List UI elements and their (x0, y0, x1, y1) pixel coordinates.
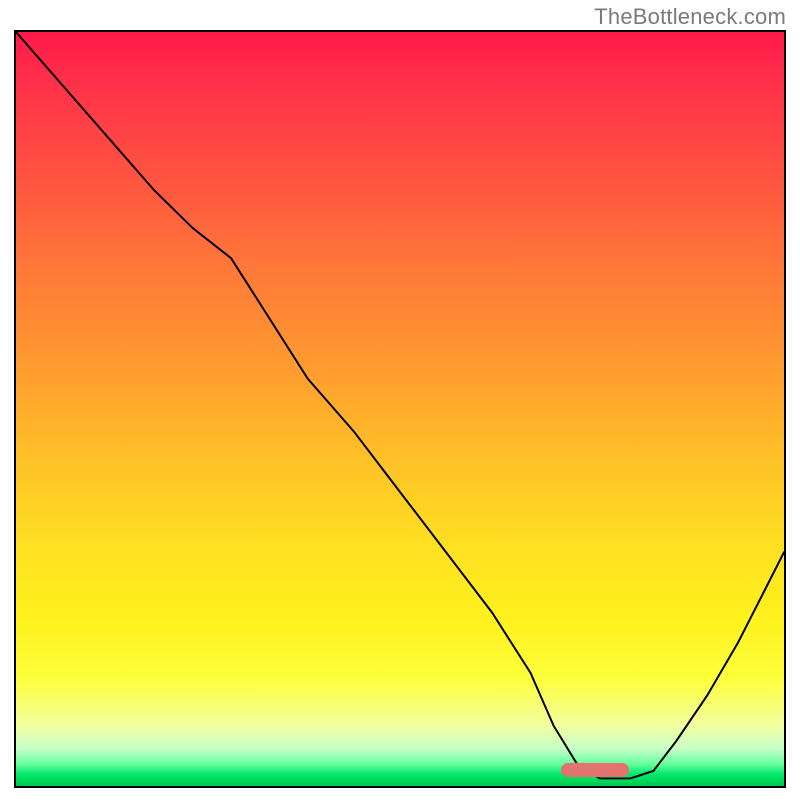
curve-svg (16, 32, 784, 786)
optimal-range-marker (561, 763, 629, 777)
chart-container: TheBottleneck.com (0, 0, 800, 800)
bottleneck-curve (16, 32, 784, 778)
plot-area (14, 30, 786, 788)
watermark-text: TheBottleneck.com (594, 4, 786, 30)
